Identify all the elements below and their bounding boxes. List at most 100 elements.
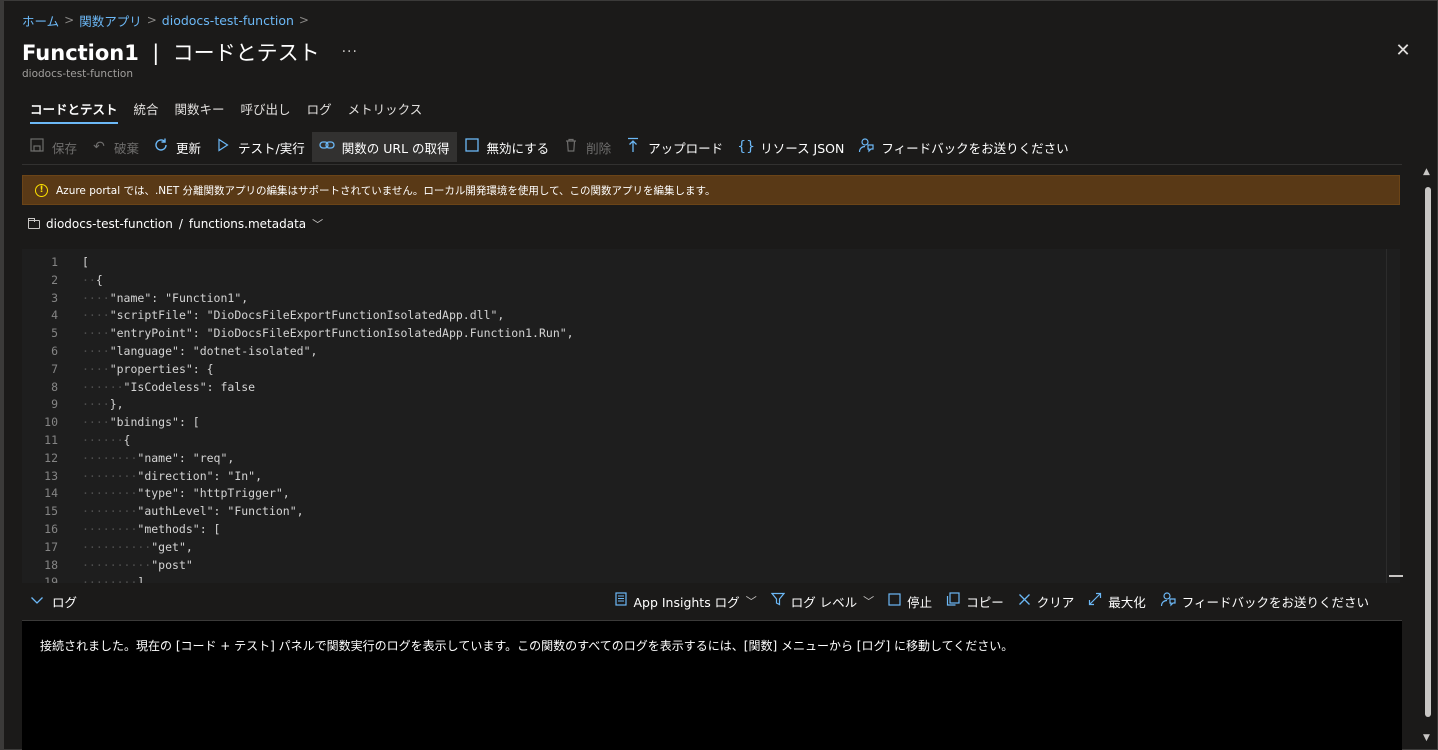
maximize-button[interactable]: 最大化: [1081, 592, 1153, 611]
save-label: 保存: [52, 140, 78, 156]
copy-icon: [946, 592, 960, 610]
indent-guide: ········: [82, 504, 138, 519]
code-text: "direction": "In",: [137, 468, 263, 483]
breadcrumb-home[interactable]: ホーム: [22, 11, 59, 30]
indent-guide: ········: [82, 575, 138, 583]
scrollbar-thumb[interactable]: [1425, 187, 1431, 717]
line-code: ··········"get",: [82, 539, 193, 557]
disable-button[interactable]: 無効にする: [457, 132, 557, 162]
code-line: 11 ······{: [22, 432, 1400, 450]
line-code: ····"entryPoint": "DioDocsFileExportFunc…: [82, 325, 574, 343]
stop-label: 停止: [907, 594, 933, 610]
line-code: ········"methods": [: [82, 521, 220, 539]
tab-invocations[interactable]: 呼び出し: [233, 96, 299, 124]
file-select-value: functions.metadata: [188, 217, 307, 231]
line-number: 2: [51, 272, 58, 287]
tab-code-test[interactable]: コードとテスト: [22, 96, 126, 124]
line-number: 15: [44, 504, 58, 519]
feedback-icon: [1160, 591, 1176, 611]
log-level-label: ログ レベル: [790, 594, 858, 610]
breadcrumb-app[interactable]: diodocs-test-function: [162, 13, 294, 28]
code-text: "post": [151, 557, 193, 572]
file-path-folder: diodocs-test-function: [46, 217, 173, 231]
line-code: ······"IsCodeless": false: [82, 379, 255, 397]
log-level-dropdown[interactable]: ログ レベル ﹀: [764, 592, 881, 611]
test-run-label: テスト/実行: [238, 140, 305, 156]
braces-icon: {}: [737, 139, 756, 155]
page-title-main: Function1: [22, 41, 139, 65]
scroll-up-icon[interactable]: ▲: [1423, 167, 1430, 177]
line-code: ····"name": "Function1",: [82, 290, 248, 308]
indent-guide: ····: [82, 344, 110, 358]
refresh-button[interactable]: 更新: [146, 132, 208, 162]
folder-icon: [28, 217, 40, 229]
breadcrumb-separator-icon: >: [64, 13, 75, 27]
code-text: ],: [137, 575, 152, 583]
line-number: 9: [51, 397, 58, 412]
log-feedback-label: フィードバックをお送りください: [1181, 594, 1369, 610]
warning-banner: ! Azure portal では、.NET 分離関数アプリの編集はサポートされ…: [22, 175, 1400, 205]
tab-function-keys[interactable]: 関数キー: [167, 96, 233, 124]
indent-guide: ····: [82, 397, 110, 412]
code-text: "IsCodeless": false: [123, 379, 256, 394]
code-line: 19 ········],: [22, 574, 1400, 583]
code-line: 14 ········"type": "httpTrigger",: [22, 485, 1400, 503]
code-text: "properties": {: [109, 361, 214, 376]
indent-guide: ······: [82, 379, 124, 394]
code-text: "name": "req",: [137, 450, 235, 465]
line-code: ········"direction": "In",: [82, 468, 262, 486]
code-editor[interactable]: 1[2 ··{3 ····"name": "Function1", 4 ····"scr…: [22, 249, 1400, 583]
file-select[interactable]: functions.metadata ﹀: [189, 216, 323, 232]
code-text: {: [95, 272, 103, 287]
line-number: 8: [51, 379, 58, 394]
indent-guide: ····: [82, 326, 110, 341]
feedback-label: フィードバックをお送りください: [881, 140, 1069, 156]
document-icon: [615, 592, 628, 610]
file-path: diodocs-test-function / functions.metada…: [28, 215, 323, 233]
line-code: ····"bindings": [: [82, 414, 200, 432]
title-row: Function1 | コードとテスト ···: [22, 36, 358, 68]
upload-button[interactable]: アップロード: [618, 132, 730, 162]
indent-guide: ········: [82, 450, 138, 465]
log-feedback-button[interactable]: フィードバックをお送りください: [1153, 591, 1376, 611]
code-line: 5 ····"entryPoint": "DioDocsFileExportFun…: [22, 325, 1400, 343]
line-number: 12: [44, 450, 58, 465]
breadcrumb-separator-icon: >: [146, 13, 157, 27]
breadcrumb-function-apps[interactable]: 関数アプリ: [79, 11, 142, 30]
scroll-down-icon[interactable]: ▼: [1423, 733, 1430, 743]
save-button[interactable]: 保存: [22, 132, 84, 162]
line-number: 11: [44, 433, 58, 447]
maximize-icon: [1088, 592, 1102, 610]
code-text: },: [109, 397, 124, 412]
discard-button[interactable]: ↶ 破棄: [84, 132, 146, 162]
line-number: 5: [51, 326, 58, 341]
test-run-button[interactable]: テスト/実行: [208, 132, 312, 162]
tab-metrics[interactable]: メトリックス: [340, 96, 431, 124]
feedback-button[interactable]: フィードバックをお送りください: [851, 132, 1075, 162]
close-icon[interactable]: ✕: [1394, 42, 1412, 60]
tab-integration[interactable]: 統合: [126, 96, 167, 124]
code-text: "entryPoint": "DioDocsFileExportFunction…: [109, 326, 574, 341]
page-scrollbar[interactable]: ▲ ▼: [1422, 165, 1434, 745]
app-insights-logs-dropdown[interactable]: App Insights ログ ﹀: [608, 592, 763, 611]
line-code: ··········"post": [82, 557, 193, 575]
indent-guide: ····: [82, 415, 110, 430]
get-function-url-button[interactable]: 関数の URL の取得: [311, 132, 457, 162]
stop-button[interactable]: 停止: [881, 592, 939, 611]
clear-button[interactable]: クリア: [1011, 592, 1082, 611]
log-panel[interactable]: 接続されました。現在の [コード + テスト] パネルで関数実行のログを表示して…: [22, 620, 1402, 750]
log-toggle-button[interactable]: ログ: [22, 592, 77, 611]
copy-button[interactable]: コピー: [939, 592, 1011, 611]
more-options-button[interactable]: ···: [342, 44, 358, 60]
page-title-separator: |: [152, 41, 160, 65]
indent-guide: ····: [82, 308, 110, 323]
disable-label: 無効にする: [486, 140, 550, 156]
tab-logs[interactable]: ログ: [299, 96, 340, 124]
resource-json-button[interactable]: {} リソース JSON: [730, 132, 851, 162]
indent-guide: ····: [82, 361, 110, 376]
code-text: "authLevel": "Function",: [137, 504, 304, 519]
clear-icon: [1018, 593, 1031, 610]
line-number: 13: [44, 468, 58, 483]
delete-button[interactable]: 削除: [556, 132, 618, 162]
code-line: 9 ····},: [22, 396, 1400, 414]
